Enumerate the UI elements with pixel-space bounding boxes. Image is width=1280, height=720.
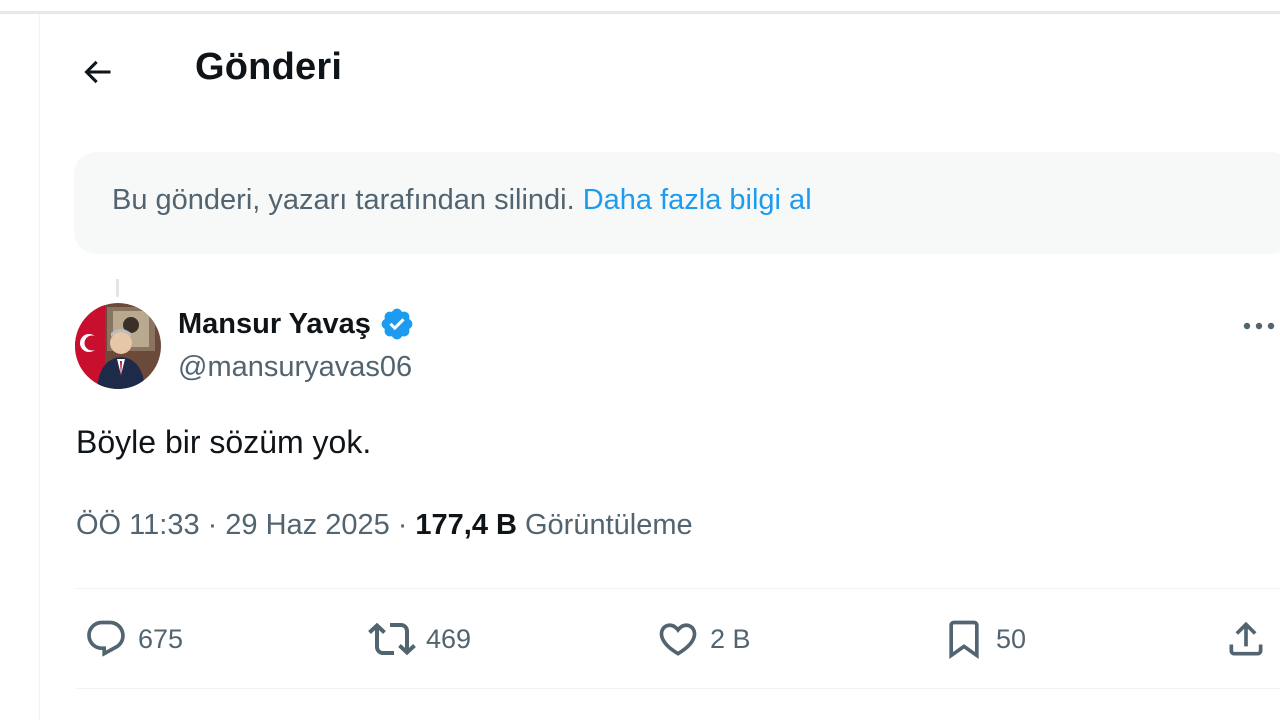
deleted-post-message: Bu gönderi, yazarı tarafından silindi. <box>112 184 575 216</box>
tweet-text: Böyle bir sözüm yok. <box>76 424 372 460</box>
share-icon <box>1224 617 1268 661</box>
actions-top-divider <box>76 588 1280 589</box>
column-border <box>39 14 40 720</box>
like-count: 2 B <box>710 623 751 654</box>
like-button[interactable]: 2 B <box>656 590 751 688</box>
meta-separator: · <box>397 509 408 541</box>
top-divider <box>0 11 1280 14</box>
thread-connector-line <box>116 279 119 297</box>
learn-more-link[interactable]: Daha fazla bilgi al <box>583 184 812 216</box>
views-label: Görüntüleme <box>524 509 693 541</box>
reply-button[interactable]: 675 <box>84 590 183 688</box>
retweet-button[interactable]: 469 <box>368 590 471 688</box>
reply-count: 675 <box>138 623 184 654</box>
share-button[interactable] <box>1224 590 1268 688</box>
bookmark-count: 50 <box>996 623 1027 654</box>
retweet-icon <box>368 615 416 663</box>
deleted-post-text: Bu gönderi, yazarı tarafından silindi. D… <box>112 184 812 217</box>
more-options-button[interactable] <box>1238 310 1280 342</box>
author-handle[interactable]: @mansuryavas06 <box>178 351 412 384</box>
author-name[interactable]: Mansur Yavaş <box>178 306 415 342</box>
tweet-actions: 675 469 2 B 50 <box>76 590 1280 688</box>
page-title: Gönderi <box>195 46 343 88</box>
verified-badge-icon <box>379 306 415 342</box>
meta-separator: · <box>207 509 218 541</box>
actions-bottom-divider <box>76 688 1280 689</box>
bookmark-button[interactable]: 50 <box>942 590 1026 688</box>
avatar[interactable] <box>75 303 161 389</box>
tweet-meta: ÖÖ 11:33 · 29 Haz 2025 · 177,4 B Görüntü… <box>76 509 693 542</box>
reply-icon <box>84 617 128 661</box>
arrow-left-icon <box>79 54 115 90</box>
retweet-count: 469 <box>426 623 472 654</box>
tweet-date[interactable]: 29 Haz 2025 <box>225 509 389 542</box>
more-dots-icon <box>1241 320 1277 332</box>
back-button[interactable] <box>72 52 122 92</box>
author-name-text: Mansur Yavaş <box>178 307 371 340</box>
like-icon <box>656 617 700 661</box>
bookmark-icon <box>942 617 986 661</box>
tweet-time[interactable]: ÖÖ 11:33 <box>76 509 200 542</box>
views-count[interactable]: 177,4 B <box>415 509 517 542</box>
